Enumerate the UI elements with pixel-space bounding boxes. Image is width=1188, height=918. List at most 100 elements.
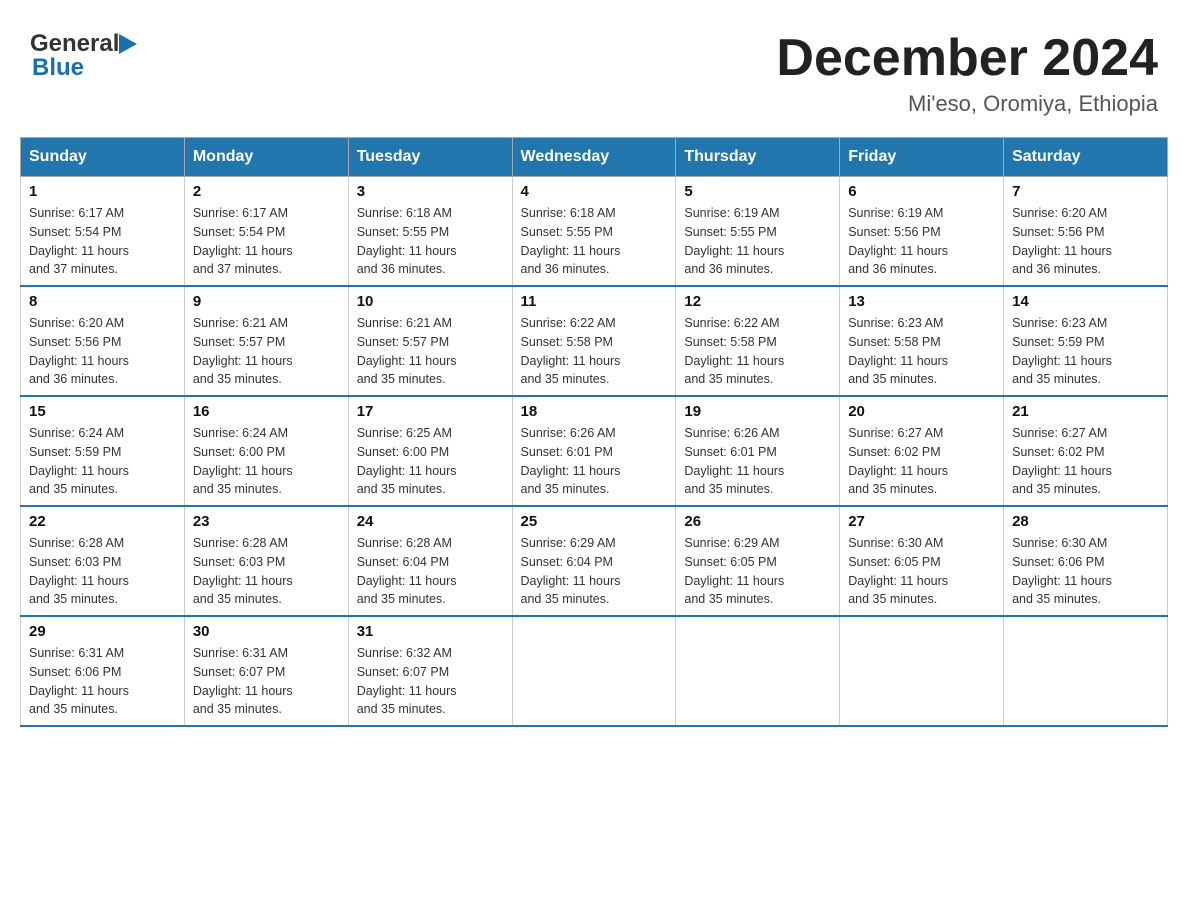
week-row-1: 1 Sunrise: 6:17 AMSunset: 5:54 PMDaylight… (21, 177, 1168, 287)
title-section: December 2024 Mi'eso, Oromiya, Ethiopia (776, 30, 1158, 117)
day-cell (1004, 616, 1168, 726)
day-cell: 15Sunrise: 6:24 AMSunset: 5:59 PMDayligh… (21, 396, 185, 506)
day-number: 20 (848, 403, 995, 420)
day-number: 22 (29, 513, 176, 530)
day-cell: 22 Sunrise: 6:28 AMSunset: 6:03 PMDayligh… (21, 506, 185, 616)
col-header-monday: Monday (184, 138, 348, 177)
day-number: 27 (848, 513, 995, 530)
day-info: Sunrise: 6:28 AMSunset: 6:03 PMDaylight:… (29, 534, 176, 609)
day-info: Sunrise: 6:23 AMSunset: 5:58 PMDaylight:… (848, 314, 995, 389)
day-cell: 25 Sunrise: 6:29 AMSunset: 6:04 PMDayligh… (512, 506, 676, 616)
day-info: Sunrise: 6:23 AMSunset: 5:59 PMDaylight:… (1012, 314, 1159, 389)
day-info: Sunrise: 6:19 AMSunset: 5:55 PMDaylight:… (684, 204, 831, 279)
week-row-5: 29 Sunrise: 6:31 AMSunset: 6:06 PMDayligh… (21, 616, 1168, 726)
day-info: Sunrise: 6:26 AMSunset: 6:01 PMDaylight:… (684, 424, 831, 499)
day-cell: 17 Sunrise: 6:25 AMSunset: 6:00 PMDayligh… (348, 396, 512, 506)
col-header-wednesday: Wednesday (512, 138, 676, 177)
calendar-table: Sunday Monday Tuesday Wednesday Thursday… (20, 137, 1168, 727)
day-info: Sunrise: 6:21 AMSunset: 5:57 PMDaylight:… (357, 314, 504, 389)
day-number: 18 (521, 403, 668, 420)
day-number: 6 (848, 183, 995, 200)
day-number: 5 (684, 183, 831, 200)
day-number: 2 (193, 183, 340, 200)
day-info: Sunrise: 6:21 AMSunset: 5:57 PMDaylight:… (193, 314, 340, 389)
day-cell: 6 Sunrise: 6:19 AMSunset: 5:56 PMDaylight… (840, 177, 1004, 287)
col-header-thursday: Thursday (676, 138, 840, 177)
day-info: Sunrise: 6:20 AMSunset: 5:56 PMDaylight:… (1012, 204, 1159, 279)
day-info: Sunrise: 6:25 AMSunset: 6:00 PMDaylight:… (357, 424, 504, 499)
day-cell: 24 Sunrise: 6:28 AMSunset: 6:04 PMDayligh… (348, 506, 512, 616)
day-cell: 21Sunrise: 6:27 AMSunset: 6:02 PMDayligh… (1004, 396, 1168, 506)
day-cell: 9Sunrise: 6:21 AMSunset: 5:57 PMDaylight… (184, 286, 348, 396)
logo-arrow-icon (119, 32, 139, 56)
day-cell: 16 Sunrise: 6:24 AMSunset: 6:00 PMDayligh… (184, 396, 348, 506)
day-number: 11 (521, 293, 668, 310)
day-info: Sunrise: 6:18 AMSunset: 5:55 PMDaylight:… (357, 204, 504, 279)
day-number: 28 (1012, 513, 1159, 530)
day-info: Sunrise: 6:18 AMSunset: 5:55 PMDaylight:… (521, 204, 668, 279)
day-cell: 23 Sunrise: 6:28 AMSunset: 6:03 PMDayligh… (184, 506, 348, 616)
day-info: Sunrise: 6:19 AMSunset: 5:56 PMDaylight:… (848, 204, 995, 279)
day-cell: 7 Sunrise: 6:20 AMSunset: 5:56 PMDaylight… (1004, 177, 1168, 287)
day-number: 4 (521, 183, 668, 200)
day-info: Sunrise: 6:28 AMSunset: 6:03 PMDaylight:… (193, 534, 340, 609)
day-number: 7 (1012, 183, 1159, 200)
day-number: 30 (193, 623, 340, 640)
day-cell: 10Sunrise: 6:21 AMSunset: 5:57 PMDayligh… (348, 286, 512, 396)
day-number: 16 (193, 403, 340, 420)
day-info: Sunrise: 6:28 AMSunset: 6:04 PMDaylight:… (357, 534, 504, 609)
day-number: 8 (29, 293, 176, 310)
day-number: 13 (848, 293, 995, 310)
day-info: Sunrise: 6:26 AMSunset: 6:01 PMDaylight:… (521, 424, 668, 499)
day-cell: 14Sunrise: 6:23 AMSunset: 5:59 PMDayligh… (1004, 286, 1168, 396)
day-info: Sunrise: 6:31 AMSunset: 6:06 PMDaylight:… (29, 644, 176, 719)
day-number: 21 (1012, 403, 1159, 420)
day-info: Sunrise: 6:17 AMSunset: 5:54 PMDaylight:… (29, 204, 176, 279)
calendar-subtitle: Mi'eso, Oromiya, Ethiopia (776, 91, 1158, 117)
day-info: Sunrise: 6:22 AMSunset: 5:58 PMDaylight:… (521, 314, 668, 389)
day-info: Sunrise: 6:31 AMSunset: 6:07 PMDaylight:… (193, 644, 340, 719)
day-number: 23 (193, 513, 340, 530)
day-cell (840, 616, 1004, 726)
day-number: 17 (357, 403, 504, 420)
day-cell: 26Sunrise: 6:29 AMSunset: 6:05 PMDayligh… (676, 506, 840, 616)
calendar-title: December 2024 (776, 30, 1158, 87)
day-cell (512, 616, 676, 726)
logo: General Blue (30, 30, 139, 82)
day-info: Sunrise: 6:22 AMSunset: 5:58 PMDaylight:… (684, 314, 831, 389)
day-info: Sunrise: 6:24 AMSunset: 5:59 PMDaylight:… (29, 424, 176, 499)
day-cell: 1 Sunrise: 6:17 AMSunset: 5:54 PMDaylight… (21, 177, 185, 287)
col-header-tuesday: Tuesday (348, 138, 512, 177)
day-info: Sunrise: 6:29 AMSunset: 6:04 PMDaylight:… (521, 534, 668, 609)
day-cell: 30 Sunrise: 6:31 AMSunset: 6:07 PMDayligh… (184, 616, 348, 726)
day-number: 31 (357, 623, 504, 640)
day-cell: 20 Sunrise: 6:27 AMSunset: 6:02 PMDayligh… (840, 396, 1004, 506)
day-cell: 3 Sunrise: 6:18 AMSunset: 5:55 PMDaylight… (348, 177, 512, 287)
day-cell (676, 616, 840, 726)
day-info: Sunrise: 6:27 AMSunset: 6:02 PMDaylight:… (848, 424, 995, 499)
day-number: 1 (29, 183, 176, 200)
page-header: General Blue December 2024 Mi'eso, Oromi… (20, 20, 1168, 117)
day-number: 29 (29, 623, 176, 640)
day-cell: 2Sunrise: 6:17 AMSunset: 5:54 PMDaylight… (184, 177, 348, 287)
day-cell: 4 Sunrise: 6:18 AMSunset: 5:55 PMDaylight… (512, 177, 676, 287)
week-row-4: 22 Sunrise: 6:28 AMSunset: 6:03 PMDayligh… (21, 506, 1168, 616)
week-row-2: 8Sunrise: 6:20 AMSunset: 5:56 PMDaylight… (21, 286, 1168, 396)
day-number: 25 (521, 513, 668, 530)
calendar-header-row: Sunday Monday Tuesday Wednesday Thursday… (21, 138, 1168, 177)
day-info: Sunrise: 6:24 AMSunset: 6:00 PMDaylight:… (193, 424, 340, 499)
day-number: 3 (357, 183, 504, 200)
day-cell: 18 Sunrise: 6:26 AMSunset: 6:01 PMDayligh… (512, 396, 676, 506)
col-header-saturday: Saturday (1004, 138, 1168, 177)
week-row-3: 15Sunrise: 6:24 AMSunset: 5:59 PMDayligh… (21, 396, 1168, 506)
col-header-sunday: Sunday (21, 138, 185, 177)
day-cell: 13 Sunrise: 6:23 AMSunset: 5:58 PMDayligh… (840, 286, 1004, 396)
day-info: Sunrise: 6:32 AMSunset: 6:07 PMDaylight:… (357, 644, 504, 719)
day-cell: 12Sunrise: 6:22 AMSunset: 5:58 PMDayligh… (676, 286, 840, 396)
logo-blue-text: Blue (32, 54, 84, 82)
day-number: 24 (357, 513, 504, 530)
day-cell: 19Sunrise: 6:26 AMSunset: 6:01 PMDayligh… (676, 396, 840, 506)
day-info: Sunrise: 6:30 AMSunset: 6:06 PMDaylight:… (1012, 534, 1159, 609)
day-cell: 31 Sunrise: 6:32 AMSunset: 6:07 PMDayligh… (348, 616, 512, 726)
day-cell: 5 Sunrise: 6:19 AMSunset: 5:55 PMDaylight… (676, 177, 840, 287)
